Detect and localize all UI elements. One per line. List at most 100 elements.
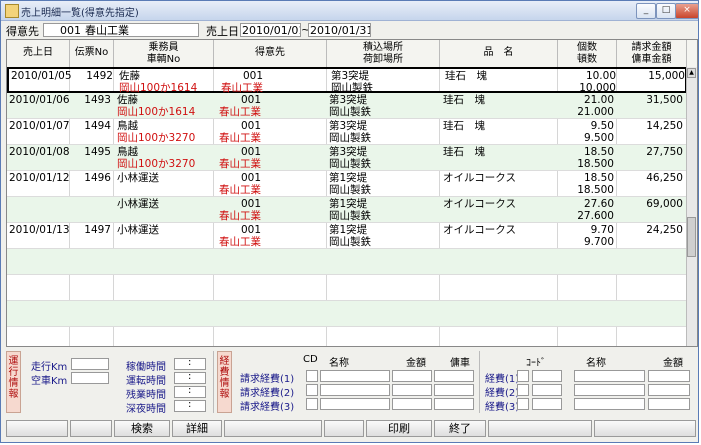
table-row[interactable]: 2010/01/13 1497 小林運送 001 春山工業 第1突堤 岡山製鉄 オイルコークス… bbox=[7, 223, 687, 249]
row-item: 珪石 塊 bbox=[443, 146, 485, 158]
title-bar: 売上明細一覧(得意先指定) _ □ × bbox=[1, 1, 699, 21]
claim-1-charter-input[interactable] bbox=[434, 370, 474, 382]
fkey-5-button[interactable] bbox=[224, 420, 322, 437]
expense-3-amount-input[interactable] bbox=[648, 398, 690, 410]
row-item: 珪石 塊 bbox=[443, 94, 485, 106]
search-button[interactable]: 検索 bbox=[114, 420, 170, 437]
claim-1-cd-input[interactable] bbox=[306, 370, 318, 382]
row-amount: 31,500 bbox=[646, 94, 683, 106]
expense-1-code-input[interactable] bbox=[517, 370, 529, 382]
claim-1-name-input[interactable] bbox=[320, 370, 390, 382]
claim-1-amount-input[interactable] bbox=[392, 370, 432, 382]
header-slip-no: 伝票No bbox=[70, 40, 114, 67]
row-customer-name: 春山工業 bbox=[219, 106, 261, 118]
claim-3-amount-input[interactable] bbox=[392, 398, 432, 410]
row-item: 珪石 塊 bbox=[445, 70, 487, 82]
scroll-thumb[interactable] bbox=[687, 217, 696, 257]
claim-2-charter-input[interactable] bbox=[434, 384, 474, 396]
header-driver: 乗務員 車輌No bbox=[114, 40, 214, 67]
scroll-up-icon[interactable]: ▲ bbox=[687, 68, 696, 78]
claim-3-name-input[interactable] bbox=[320, 398, 390, 410]
expense-3-label: 経費(3) bbox=[485, 402, 520, 413]
row-quantity: 9.70 bbox=[590, 224, 614, 236]
expense-amount-header: 金額 bbox=[663, 358, 683, 369]
fkey-9-button[interactable] bbox=[488, 420, 592, 437]
exit-button[interactable]: 終了 bbox=[434, 420, 486, 437]
expense-3-name-input[interactable] bbox=[574, 398, 645, 410]
close-button[interactable]: × bbox=[675, 3, 699, 19]
vertical-scrollbar[interactable]: ▲ bbox=[686, 67, 697, 346]
vertical-label-char: 費 bbox=[219, 367, 230, 378]
row-driver: 佐藤 bbox=[117, 94, 138, 106]
expense-2-amount-input[interactable] bbox=[648, 384, 690, 396]
window-title: 売上明細一覧(得意先指定) bbox=[21, 8, 139, 19]
expense-2-name-input[interactable] bbox=[574, 384, 645, 396]
customer-field[interactable]: 001 春山工業 bbox=[43, 23, 199, 37]
table-row[interactable]: 2010/01/06 1493 佐藤 岡山100か1614 001 春山工業 第3突堤 岡山製… bbox=[7, 93, 687, 119]
empty-row bbox=[7, 249, 687, 275]
date-to-input[interactable]: 2010/01/31 bbox=[308, 23, 371, 37]
expense-1-amount-input[interactable] bbox=[648, 370, 690, 382]
sales-detail-grid[interactable]: 売上日 伝票No 乗務員 車輌No 得意先 積込場所 荷卸場所 品 名 個数 頓数 請… bbox=[6, 39, 698, 347]
print-button[interactable]: 印刷 bbox=[366, 420, 432, 437]
claim-2-amount-input[interactable] bbox=[392, 384, 432, 396]
claim-2-cd-input[interactable] bbox=[306, 384, 318, 396]
expense-name-header: 名称 bbox=[586, 358, 606, 369]
expense-2-code2-input[interactable] bbox=[532, 384, 562, 396]
grid-header: 売上日 伝票No 乗務員 車輌No 得意先 積込場所 荷卸場所 品 名 個数 頓数 請… bbox=[7, 40, 697, 68]
overtime-colon: : bbox=[188, 385, 192, 396]
row-customer-name: 春山工業 bbox=[219, 210, 261, 222]
row-item: 珪石 塊 bbox=[443, 120, 485, 132]
customer-name: 春山工業 bbox=[85, 24, 129, 37]
expense-2-code-input[interactable] bbox=[517, 384, 529, 396]
run-km-label: 走行Km bbox=[31, 362, 68, 373]
expense-3-code-input[interactable] bbox=[517, 398, 529, 410]
claim-3-cd-input[interactable] bbox=[306, 398, 318, 410]
maximize-button[interactable]: □ bbox=[656, 3, 676, 19]
claim-expense-1-label: 請求経費(1) bbox=[240, 374, 295, 385]
row-load-place: 第1突堤 bbox=[329, 198, 368, 210]
row-slip-no: 1494 bbox=[84, 120, 111, 132]
row-slip-no: 1495 bbox=[84, 146, 111, 158]
table-row[interactable]: 2010/01/12 1496 小林運送 001 春山工業 第1突堤 岡山製鉄 オイルコークス… bbox=[7, 171, 687, 197]
row-tonnage: 18.500 bbox=[577, 184, 614, 196]
table-row[interactable]: 2010/01/05 1492 佐藤 岡山100か1614 001 春山工業 第3突堤 岡山製… bbox=[7, 67, 687, 94]
row-quantity: 18.50 bbox=[583, 172, 614, 184]
expense-1-name-input[interactable] bbox=[574, 370, 645, 382]
main-window: 売上明細一覧(得意先指定) _ □ × 得意先 001 春山工業 売上日 2010… bbox=[0, 0, 699, 443]
row-slip-no: 1496 bbox=[84, 172, 111, 184]
row-unload-place: 岡山製鉄 bbox=[329, 132, 371, 144]
expense-3-code2-input[interactable] bbox=[532, 398, 562, 410]
row-vehicle: 岡山100か1614 bbox=[117, 106, 196, 118]
row-load-place: 第3突堤 bbox=[331, 70, 370, 82]
table-row[interactable]: 2010/01/08 1495 鳥越 岡山100か3270 001 春山工業 第3突堤 岡山製… bbox=[7, 145, 687, 171]
table-row[interactable]: 小林運送 001 春山工業 第1突堤 岡山製鉄 オイルコークス 27.60 27.600 69,… bbox=[7, 197, 687, 223]
header-quantity: 個数 頓数 bbox=[558, 40, 617, 67]
vertical-label-char: 情 bbox=[219, 378, 230, 389]
claim-3-charter-input[interactable] bbox=[434, 398, 474, 410]
expense-1-code2-input[interactable] bbox=[532, 370, 562, 382]
row-quantity: 27.60 bbox=[583, 198, 614, 210]
fkey-1-button[interactable] bbox=[6, 420, 68, 437]
empty-km-input[interactable] bbox=[71, 372, 109, 384]
row-customer-name: 春山工業 bbox=[219, 132, 261, 144]
fkey-6-button[interactable] bbox=[324, 420, 364, 437]
fkey-2-button[interactable] bbox=[70, 420, 112, 437]
detail-button[interactable]: 詳細 bbox=[172, 420, 222, 437]
row-customer-name: 春山工業 bbox=[219, 236, 261, 248]
claim-2-name-input[interactable] bbox=[320, 384, 390, 396]
row-tonnage: 9.700 bbox=[583, 236, 614, 248]
expense-code-header: ｺｰﾄﾞ bbox=[526, 358, 546, 369]
table-row[interactable]: 2010/01/07 1494 鳥越 岡山100か3270 001 春山工業 第3突堤 岡山製… bbox=[7, 119, 687, 145]
date-from-input[interactable]: 2010/01/01 bbox=[240, 23, 301, 37]
row-slip-no: 1497 bbox=[84, 224, 111, 236]
header-customer: 得意先 bbox=[214, 40, 327, 67]
fkey-10-button[interactable] bbox=[594, 420, 696, 437]
night-time-colon: : bbox=[188, 399, 192, 410]
vertical-label-char: 報 bbox=[8, 389, 19, 400]
empty-row bbox=[7, 301, 687, 327]
minimize-button[interactable]: _ bbox=[636, 3, 656, 19]
vertical-label-char: 情 bbox=[8, 378, 19, 389]
run-km-input[interactable] bbox=[71, 358, 109, 370]
row-driver: 佐藤 bbox=[119, 70, 140, 82]
